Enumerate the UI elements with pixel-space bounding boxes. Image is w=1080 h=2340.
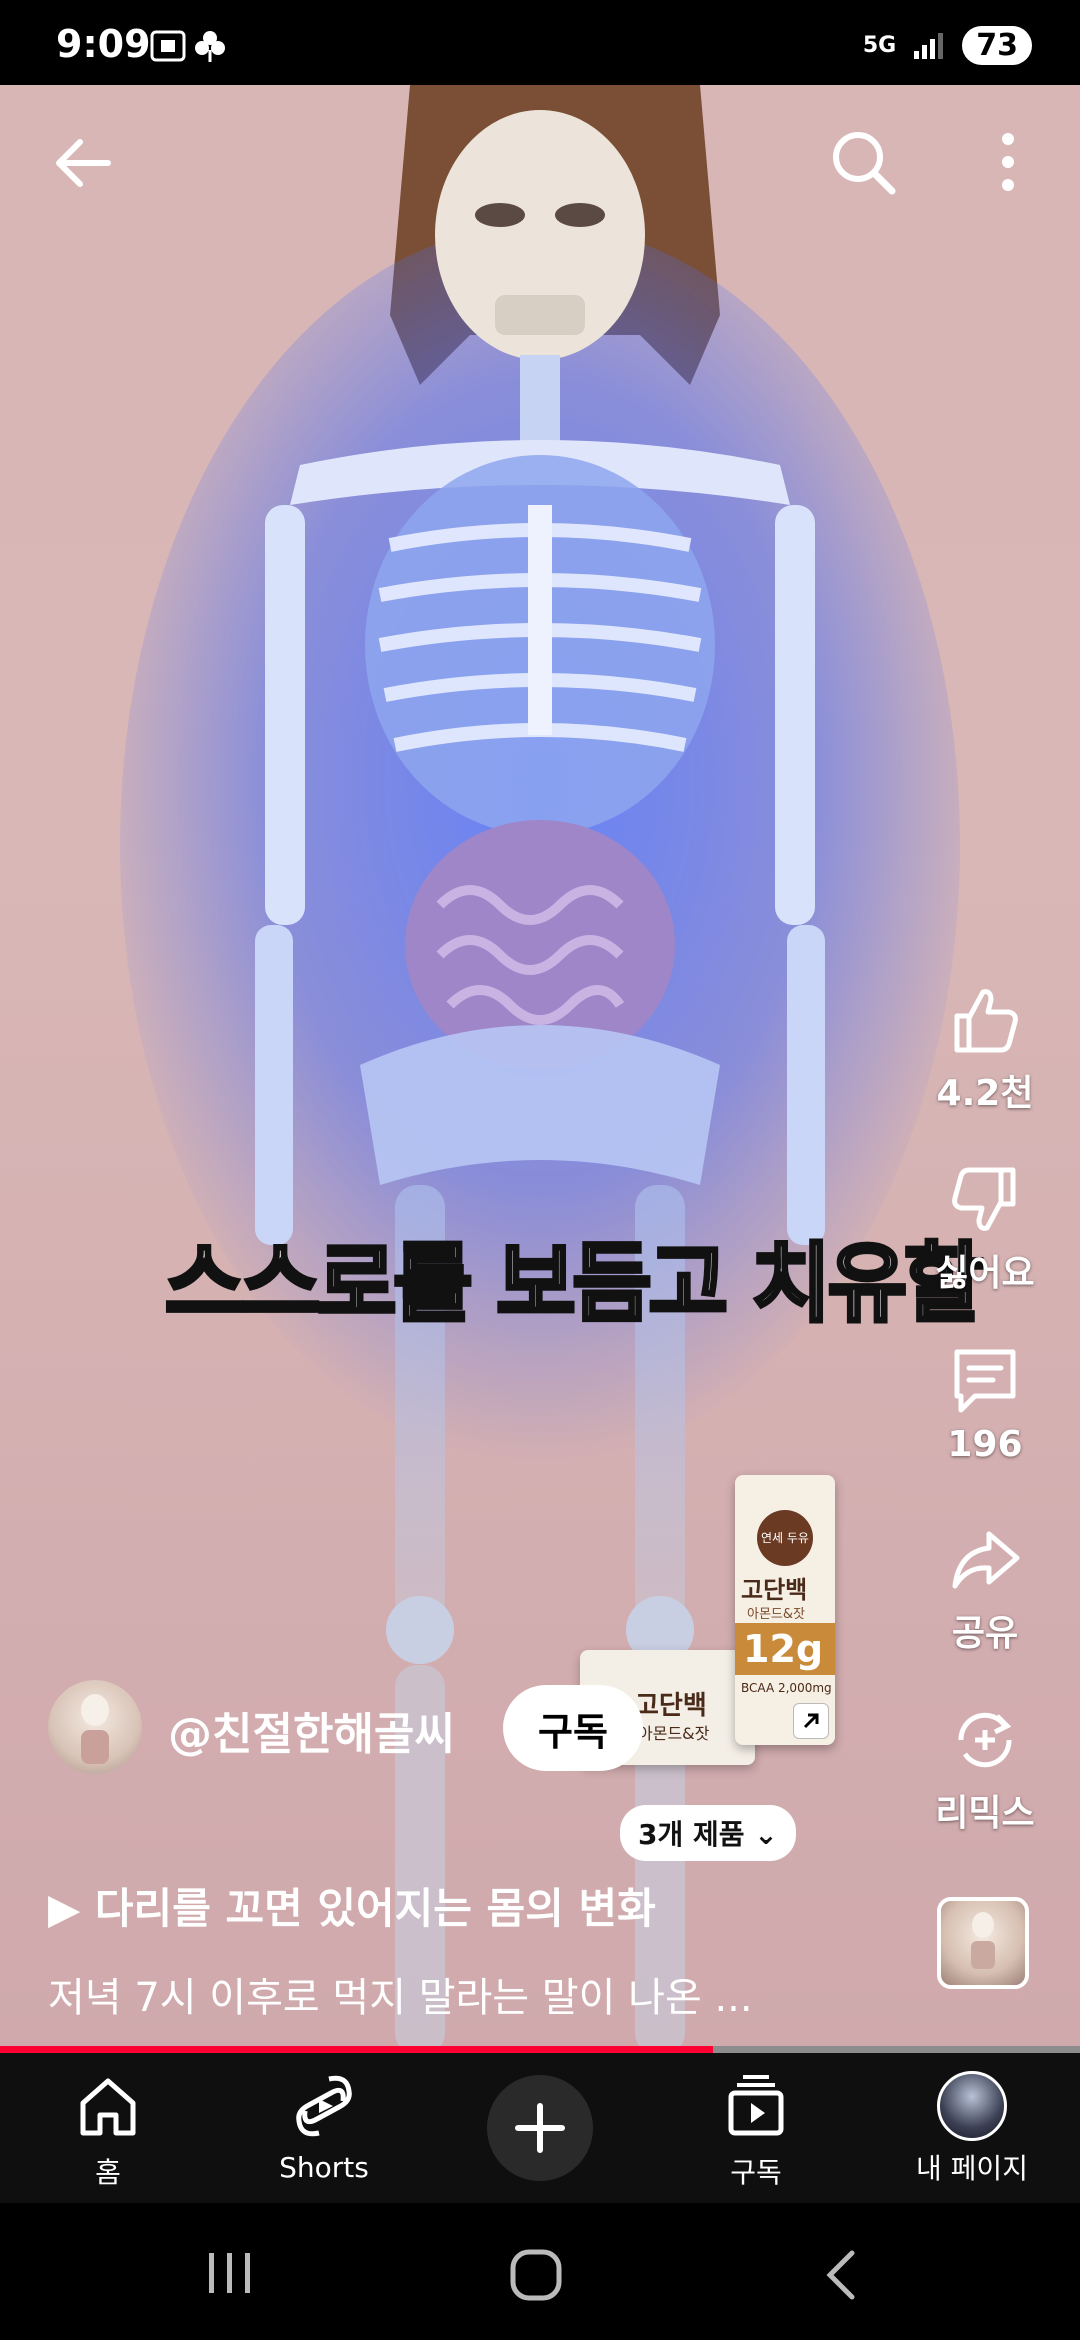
product-carton-name: 고단백: [741, 1576, 808, 1604]
like-count: 4.2천: [936, 1073, 1034, 1114]
comments-button[interactable]: 196: [920, 1340, 1050, 1465]
share-icon: [952, 1531, 1020, 1589]
search-button[interactable]: [828, 127, 898, 201]
share-label: 공유: [951, 1613, 1019, 1654]
nav-my-page[interactable]: 내 페이지: [882, 2071, 1062, 2187]
nav-shorts-label: Shorts: [279, 2151, 369, 2184]
video-title[interactable]: ▶ 다리를 꼬면 있어지는 몸의 변화: [48, 1875, 656, 1936]
products-label: 3개 제품: [638, 1818, 745, 1851]
recents-icon: [209, 2253, 250, 2293]
nav-subscriptions[interactable]: 구독: [666, 2071, 846, 2191]
skeleton-avatar-icon: [81, 1694, 109, 1764]
remix-icon: [958, 1712, 1012, 1768]
dislike-label: 싫어요: [935, 1253, 1035, 1294]
back-button[interactable]: [50, 130, 116, 200]
remix-button[interactable]: 리믹스: [920, 1700, 1050, 1836]
chevron-down-icon: ⌄: [754, 1818, 778, 1851]
products-chip[interactable]: 3개 제품 ⌄: [620, 1805, 796, 1861]
channel-avatar[interactable]: [48, 1680, 142, 1774]
search-icon: [833, 132, 896, 195]
home-system-button[interactable]: [508, 2247, 564, 2307]
video-caption: 스스로를 보듬고 치유할: [163, 1232, 985, 1336]
video-description[interactable]: 저녁 7시 이후로 먹지 말라는 말이 나온 ...: [48, 1965, 878, 2023]
home-icon: [80, 2078, 136, 2136]
create-button[interactable]: [487, 2075, 593, 2181]
dislike-button[interactable]: 싫어요: [920, 1160, 1050, 1296]
nav-shorts[interactable]: Shorts: [234, 2071, 414, 2184]
video-progress-bar[interactable]: [0, 2046, 1080, 2053]
product-carton-brand: 연세 두유: [757, 1510, 813, 1566]
product-protein: 12g: [743, 1627, 824, 1671]
channel-row: @친절한해골씨 구독: [48, 1680, 848, 1780]
comment-count: 196: [947, 1424, 1023, 1465]
nav-home-label: 홈: [95, 2156, 121, 2189]
thumbs-up-icon: [954, 989, 1018, 1053]
profile-avatar-icon: [937, 2071, 1007, 2141]
play-icon: ▶: [48, 1884, 95, 1933]
comment-icon: [954, 1349, 1016, 1413]
more-vertical-icon: [1002, 133, 1014, 191]
home-circle-icon: [510, 2249, 562, 2301]
arrow-left-icon: [56, 139, 111, 187]
system-navigation-bar: [0, 2203, 1080, 2340]
status-bar: 9:09 5G 73: [0, 0, 1080, 85]
status-right-icons: 5G 73: [863, 26, 1032, 65]
shorts-icon: [296, 2075, 352, 2137]
screenshot-icon: [150, 30, 225, 62]
network-5g-icon: 5G: [862, 33, 897, 58]
back-system-button[interactable]: [820, 2247, 860, 2307]
plus-icon: [515, 2103, 565, 2153]
subscriptions-icon: [728, 2075, 784, 2136]
channel-handle[interactable]: @친절한해골씨: [168, 1698, 455, 1762]
like-button[interactable]: 4.2천: [920, 980, 1050, 1116]
nav-home[interactable]: 홈: [18, 2071, 198, 2191]
recents-button[interactable]: [205, 2251, 255, 2299]
battery-indicator: 73: [962, 26, 1032, 65]
nav-subscriptions-label: 구독: [730, 2156, 782, 2189]
subscribe-button[interactable]: 구독: [503, 1685, 643, 1771]
bottom-navigation: 홈 Shorts 구독 내 페이지: [0, 2053, 1080, 2203]
video-player[interactable]: 스스로를 보듬고 치유할 고단백 연세 두유 아몬드&잣 연세 두유 고단백 아…: [0, 85, 1080, 2050]
video-progress-fill: [0, 2046, 713, 2053]
nav-my-page-label: 내 페이지: [916, 2152, 1028, 2185]
more-options-button[interactable]: [988, 127, 1028, 201]
status-time: 9:09: [56, 22, 151, 66]
product-carton-flavor: 아몬드&잣: [747, 1607, 805, 1622]
thumbs-down-icon: [952, 1167, 1016, 1231]
signal-icon: [914, 32, 944, 59]
chevron-left-icon: [826, 2250, 855, 2300]
remix-label: 리믹스: [935, 1793, 1035, 1834]
share-button[interactable]: 공유: [920, 1520, 1050, 1656]
sound-thumbnail[interactable]: [937, 1897, 1029, 1989]
status-left-icons: [150, 28, 240, 68]
video-title-text: 다리를 꼬면 있어지는 몸의 변화: [94, 1884, 656, 1933]
skeleton-thumbnail-icon: [971, 1912, 995, 1969]
